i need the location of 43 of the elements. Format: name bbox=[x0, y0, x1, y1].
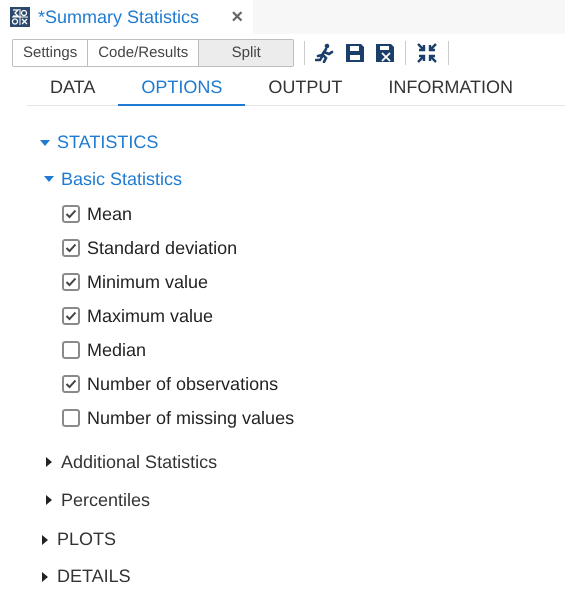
section-heading[interactable]: PLOTS bbox=[57, 526, 116, 553]
caret-right-icon[interactable] bbox=[46, 495, 52, 505]
checkbox[interactable] bbox=[62, 273, 80, 291]
checkbox[interactable] bbox=[62, 375, 80, 393]
checkbox[interactable] bbox=[62, 409, 80, 427]
caret-right-icon[interactable] bbox=[42, 572, 48, 582]
checkbox[interactable] bbox=[62, 307, 80, 325]
document-tab-title[interactable]: *Summary Statistics bbox=[38, 4, 200, 31]
group-heading[interactable]: Percentiles bbox=[61, 486, 150, 514]
caret-right-icon[interactable] bbox=[46, 457, 52, 467]
check-icon bbox=[65, 243, 77, 253]
collapse-icon[interactable] bbox=[416, 42, 438, 64]
tab[interactable]: INFORMATION bbox=[365, 72, 536, 106]
tab[interactable]: OUTPUT bbox=[245, 72, 366, 106]
option-label: Minimum value bbox=[87, 270, 208, 294]
option-label: Median bbox=[87, 338, 146, 362]
close-button[interactable]: × bbox=[231, 7, 243, 28]
caret-down-icon[interactable] bbox=[40, 140, 50, 146]
section-heading[interactable]: STATISTICS bbox=[57, 129, 158, 156]
option-label: Number of missing values bbox=[87, 406, 294, 430]
option-label: Number of observations bbox=[87, 372, 278, 396]
group-heading[interactable]: Additional Statistics bbox=[61, 448, 218, 476]
check-icon bbox=[65, 311, 77, 321]
check-icon bbox=[65, 209, 77, 219]
caret-down-icon[interactable] bbox=[44, 176, 54, 182]
tab[interactable]: DATA bbox=[27, 72, 118, 106]
save-as-icon[interactable] bbox=[375, 42, 396, 63]
check-icon bbox=[65, 277, 77, 287]
save-icon[interactable] bbox=[345, 42, 366, 63]
option-label: Mean bbox=[87, 202, 132, 226]
checkbox[interactable] bbox=[62, 341, 80, 359]
section-heading[interactable]: DETAILS bbox=[57, 563, 131, 590]
view-button[interactable]: Split bbox=[198, 40, 294, 66]
checkbox[interactable] bbox=[62, 205, 80, 223]
group-heading[interactable]: Basic Statistics bbox=[61, 166, 182, 192]
caret-right-icon[interactable] bbox=[42, 534, 48, 544]
checkbox[interactable] bbox=[62, 239, 80, 257]
option-label: Maximum value bbox=[87, 304, 214, 328]
running-figure-icon[interactable] bbox=[315, 42, 336, 63]
option-label: Standard deviation bbox=[87, 236, 238, 260]
sigma-formula-icon bbox=[10, 7, 30, 28]
tab[interactable]: OPTIONS bbox=[118, 72, 246, 106]
check-icon bbox=[65, 379, 77, 389]
